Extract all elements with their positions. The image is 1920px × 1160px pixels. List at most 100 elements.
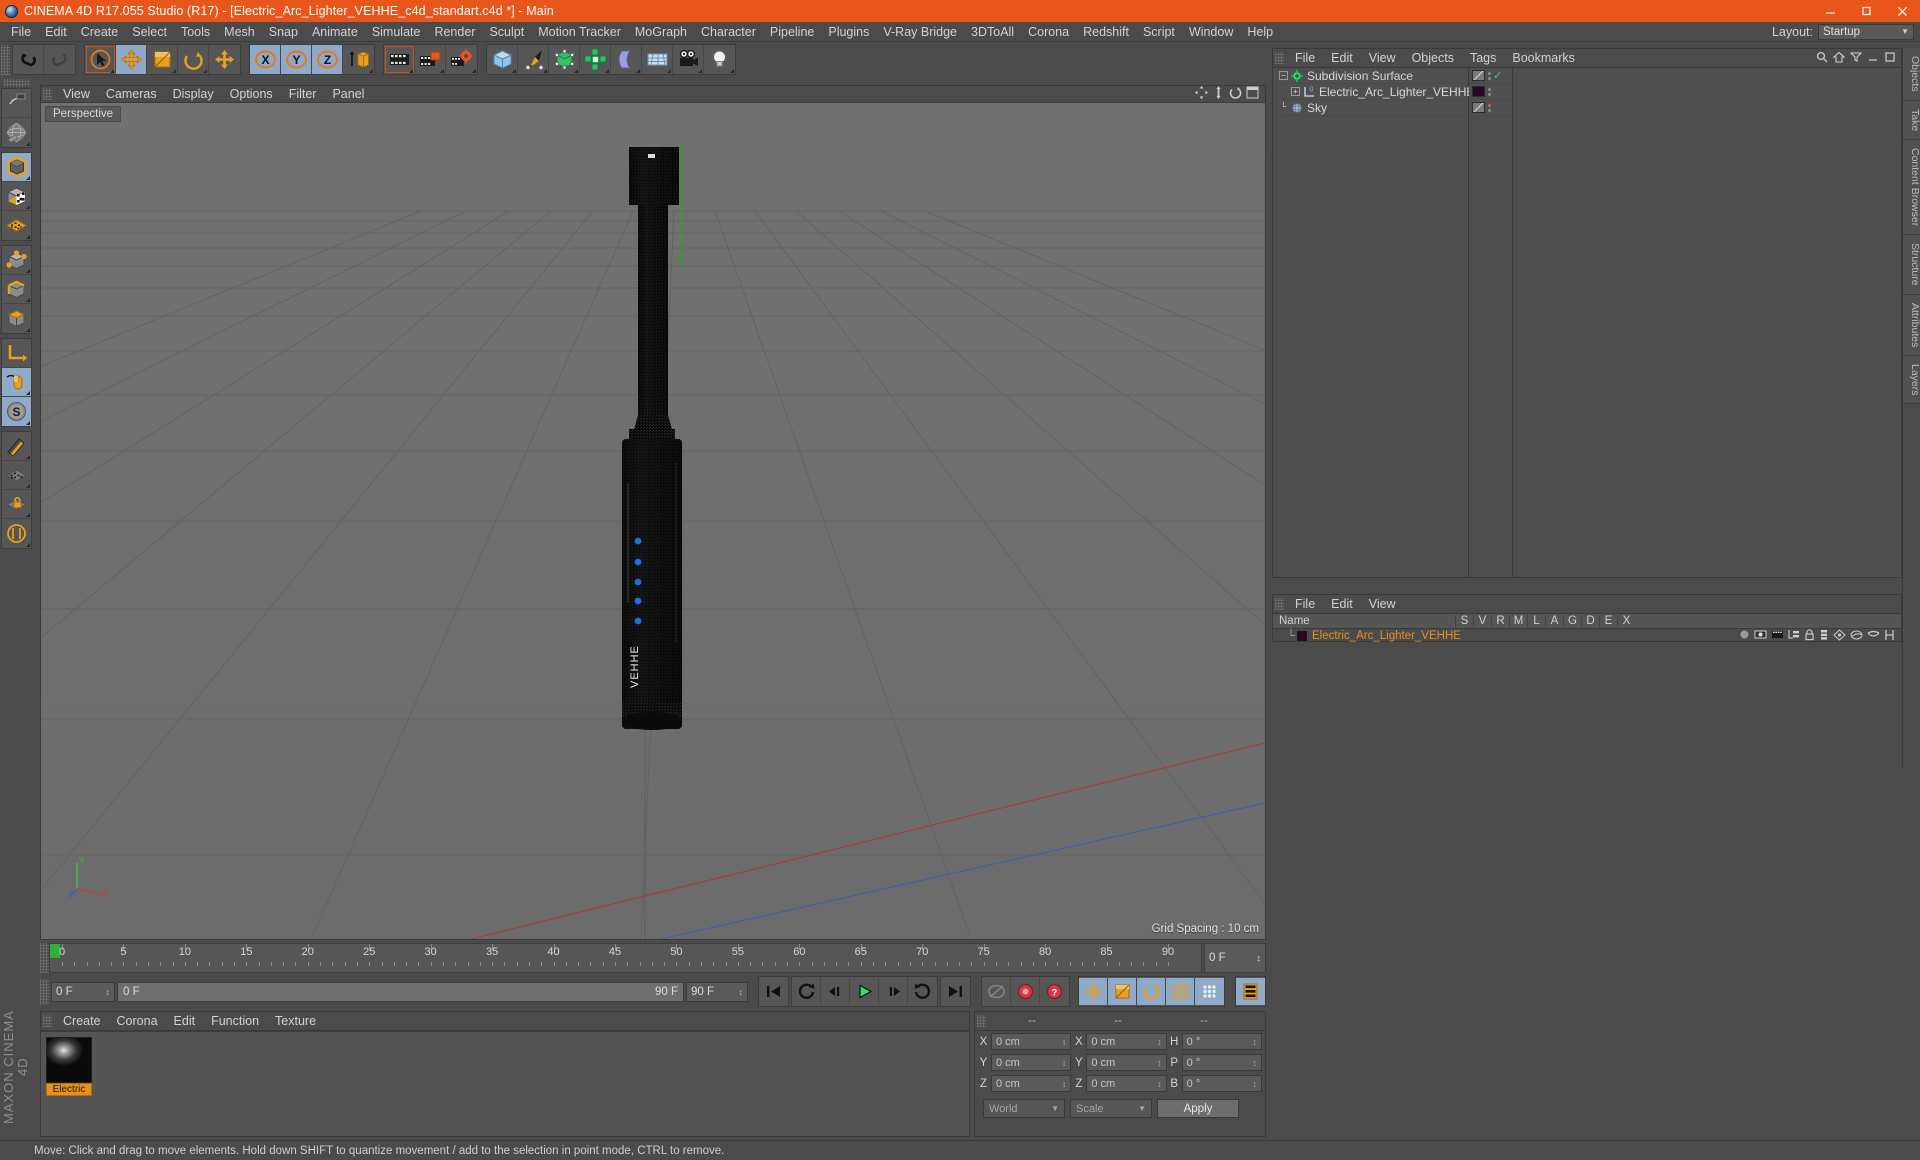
spinner-icon[interactable]: ↕ (1252, 1058, 1257, 1068)
spinner-icon[interactable]: ↕ (1062, 1058, 1067, 1068)
spinner-icon[interactable]: ↕ (1062, 1037, 1067, 1047)
menu-select[interactable]: Select (125, 23, 174, 41)
lock-workplane-icon[interactable] (2, 490, 31, 519)
live-selection-icon[interactable] (2, 89, 31, 118)
visibility-dots-icon[interactable] (1487, 104, 1491, 112)
viewport-grip[interactable] (43, 88, 52, 100)
layer-row[interactable]: └ Electric_Arc_Lighter_VEHHE (1273, 629, 1901, 643)
array-mograph-icon[interactable] (580, 45, 611, 74)
viewport-solo-icon[interactable] (2, 461, 31, 490)
size-x-input[interactable]: 0 cm↕ (1086, 1033, 1166, 1050)
layer-col-d[interactable]: D (1581, 615, 1599, 627)
size-y-input[interactable]: 0 cm↕ (1086, 1054, 1166, 1071)
coordinate-system-dropdown[interactable]: World ▼ (983, 1099, 1065, 1118)
size-z-input[interactable]: 0 cm↕ (1086, 1075, 1166, 1092)
enable-snap-icon[interactable] (2, 368, 31, 397)
viewport-3d[interactable]: Perspective (41, 103, 1265, 939)
play-icon[interactable] (850, 978, 879, 1005)
om-menu-view[interactable]: View (1361, 51, 1404, 65)
spinner-icon[interactable]: ↕ (1157, 1079, 1162, 1089)
tab-structure[interactable]: Structure (1903, 235, 1920, 295)
layer-manager-grip[interactable] (1275, 598, 1284, 610)
material-item[interactable]: Electric (46, 1037, 92, 1096)
mm-menu-texture[interactable]: Texture (267, 1014, 324, 1028)
rot-h-input[interactable]: 0 °↕ (1182, 1033, 1262, 1050)
object-row-sky[interactable]: └ Sky (1273, 100, 1468, 116)
key-scale-icon[interactable] (1108, 978, 1137, 1005)
layer-col-v[interactable]: V (1473, 615, 1491, 627)
menu-simulate[interactable]: Simulate (365, 23, 428, 41)
tag-swatch[interactable] (1472, 70, 1485, 81)
filter-icon[interactable] (1850, 51, 1862, 66)
key-parameter-icon[interactable]: P (1166, 978, 1195, 1005)
camera-icon[interactable] (673, 45, 704, 74)
expressions-icon[interactable] (1867, 629, 1880, 644)
xref-icon[interactable] (1884, 629, 1895, 644)
mm-menu-corona[interactable]: Corona (109, 1014, 166, 1028)
record-active-objects-icon[interactable] (1011, 978, 1040, 1005)
move-icon[interactable] (116, 45, 147, 74)
make-editable-icon[interactable] (2, 153, 31, 182)
layer-col-s[interactable]: S (1455, 615, 1473, 627)
minimize-panel-icon[interactable] (1867, 51, 1879, 66)
layer-col-x[interactable]: X (1617, 615, 1635, 627)
autokey-disabled-icon[interactable] (982, 978, 1011, 1005)
render-settings-icon[interactable] (446, 45, 477, 74)
visibility-dots-icon[interactable] (1487, 72, 1491, 80)
mm-menu-create[interactable]: Create (55, 1014, 109, 1028)
layer-col-r[interactable]: R (1491, 615, 1509, 627)
timeline-ruler[interactable]: 051015202530354045505560657075808590 (49, 943, 1202, 973)
material-manager-body[interactable]: Electric (41, 1031, 969, 1136)
render-view-icon[interactable] (384, 45, 415, 74)
menu-mograph[interactable]: MoGraph (628, 23, 694, 41)
lock-z-icon[interactable]: Z (312, 45, 343, 74)
menu-render[interactable]: Render (427, 23, 482, 41)
spinner-icon[interactable]: ↕ (1062, 1079, 1067, 1089)
material-thumbnail[interactable] (46, 1037, 92, 1083)
om-menu-bookmarks[interactable]: Bookmarks (1504, 51, 1583, 65)
menu-file[interactable]: File (4, 23, 38, 41)
menu-mesh[interactable]: Mesh (217, 23, 262, 41)
spinner-icon[interactable]: ↕ (1252, 1079, 1257, 1089)
scale-icon[interactable] (147, 45, 178, 74)
tag-row-subdivision-surface[interactable]: ✓ (1469, 68, 1512, 84)
lock-x-icon[interactable]: X (250, 45, 281, 74)
generators-icon[interactable] (1833, 629, 1846, 644)
visibility-dots-icon[interactable] (1487, 88, 1491, 96)
workplane-icon[interactable]: S (2, 397, 31, 426)
pos-z-input[interactable]: 0 cm↕ (991, 1075, 1071, 1092)
apply-button[interactable]: Apply (1157, 1099, 1239, 1118)
current-frame-field[interactable]: 0 F ↕ (51, 982, 115, 1002)
world-object-coord-icon[interactable] (343, 45, 374, 74)
render-icon[interactable] (1771, 629, 1784, 643)
pen-spline-icon[interactable] (518, 45, 549, 74)
enabled-check-icon[interactable]: ✓ (1493, 69, 1502, 82)
menu-redshift[interactable]: Redshift (1076, 23, 1136, 41)
texture-mode-icon[interactable] (2, 211, 31, 240)
pan-icon[interactable] (1195, 86, 1208, 102)
solo-dot-icon[interactable] (1739, 629, 1750, 643)
rot-p-input[interactable]: 0 °↕ (1182, 1054, 1262, 1071)
menu-character[interactable]: Character (694, 23, 763, 41)
redo-icon[interactable] (44, 45, 75, 74)
home-icon[interactable] (1833, 51, 1845, 66)
knife-icon[interactable] (2, 432, 31, 461)
object-tags-column[interactable]: ✓ (1469, 68, 1513, 577)
material-tag-swatch[interactable] (1472, 86, 1485, 97)
step-forward-icon[interactable] (879, 978, 908, 1005)
layer-col-e[interactable]: E (1599, 615, 1617, 627)
om-menu-objects[interactable]: Objects (1404, 51, 1462, 65)
render-to-picture-viewer-icon[interactable] (415, 45, 446, 74)
spinner-icon[interactable]: ↕ (106, 987, 111, 997)
lp-menu-file[interactable]: File (1287, 597, 1323, 611)
pos-y-input[interactable]: 0 cm↕ (991, 1054, 1071, 1071)
model-electric-arc-lighter[interactable]: VEHHE (41, 103, 1265, 939)
layer-col-l[interactable]: L (1527, 615, 1545, 627)
menu-plugins[interactable]: Plugins (821, 23, 876, 41)
menu-pipeline[interactable]: Pipeline (763, 23, 821, 41)
deformers-icon[interactable] (1850, 629, 1863, 644)
go-to-end-icon[interactable] (941, 978, 970, 1005)
menu-animate[interactable]: Animate (305, 23, 365, 41)
lock-icon[interactable] (1804, 629, 1815, 644)
object-tree[interactable]: − Subdivision Surface + 0 Electric_Arc_L… (1273, 68, 1469, 577)
